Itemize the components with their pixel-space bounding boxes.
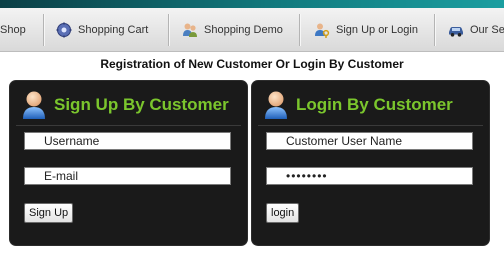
nav-item-our-services[interactable]: Our Se (448, 8, 504, 51)
login-header: Login By Customer (263, 90, 453, 120)
login-title: Login By Customer (296, 95, 453, 114)
signup-header: Sign Up By Customer (21, 90, 229, 120)
nav-item-label: Sign Up or Login (336, 24, 418, 36)
login-username-field[interactable] (266, 132, 473, 150)
login-panel: Login By Customer login (251, 80, 490, 246)
users-icon (183, 23, 197, 37)
panel-divider (16, 125, 241, 126)
panel-divider (258, 125, 483, 126)
login-button[interactable]: login (266, 203, 300, 223)
nav-item-label: Shop (0, 24, 26, 36)
nav-item-label: Shopping Cart (78, 24, 149, 36)
nav-item-shopping-cart[interactable]: Shopping Cart (56, 8, 149, 51)
signup-panel: Sign Up By Customer Sign Up (9, 80, 248, 246)
user-avatar-icon (265, 91, 287, 119)
nav-item-label: Our Se (470, 24, 504, 36)
nav-item-shopping-demo[interactable]: Shopping Demo (182, 8, 283, 51)
signup-email-field[interactable] (24, 167, 231, 185)
nav-divider (43, 14, 44, 46)
signup-username-field[interactable] (24, 132, 231, 150)
top-accent-bar (0, 0, 504, 8)
user-avatar-icon (23, 91, 45, 119)
car-icon (449, 27, 463, 37)
page-title: Registration of New Customer Or Login By… (100, 57, 404, 71)
sign-up-button[interactable]: Sign Up (24, 203, 74, 223)
nav-divider (434, 14, 435, 46)
cart-gear-icon (56, 22, 72, 38)
nav-item-shop[interactable]: Shop (0, 8, 26, 51)
nav-item-sign-up-or-login[interactable]: Sign Up or Login (314, 8, 418, 51)
nav-item-label: Shopping Demo (204, 24, 283, 36)
nav-divider (168, 14, 169, 46)
main-nav: Shop Shopping Cart Shopping Demo Sign Up… (0, 8, 504, 52)
login-password-field[interactable] (266, 167, 473, 185)
signup-title: Sign Up By Customer (54, 95, 229, 114)
user-key-icon (315, 23, 330, 38)
nav-divider (299, 14, 300, 46)
